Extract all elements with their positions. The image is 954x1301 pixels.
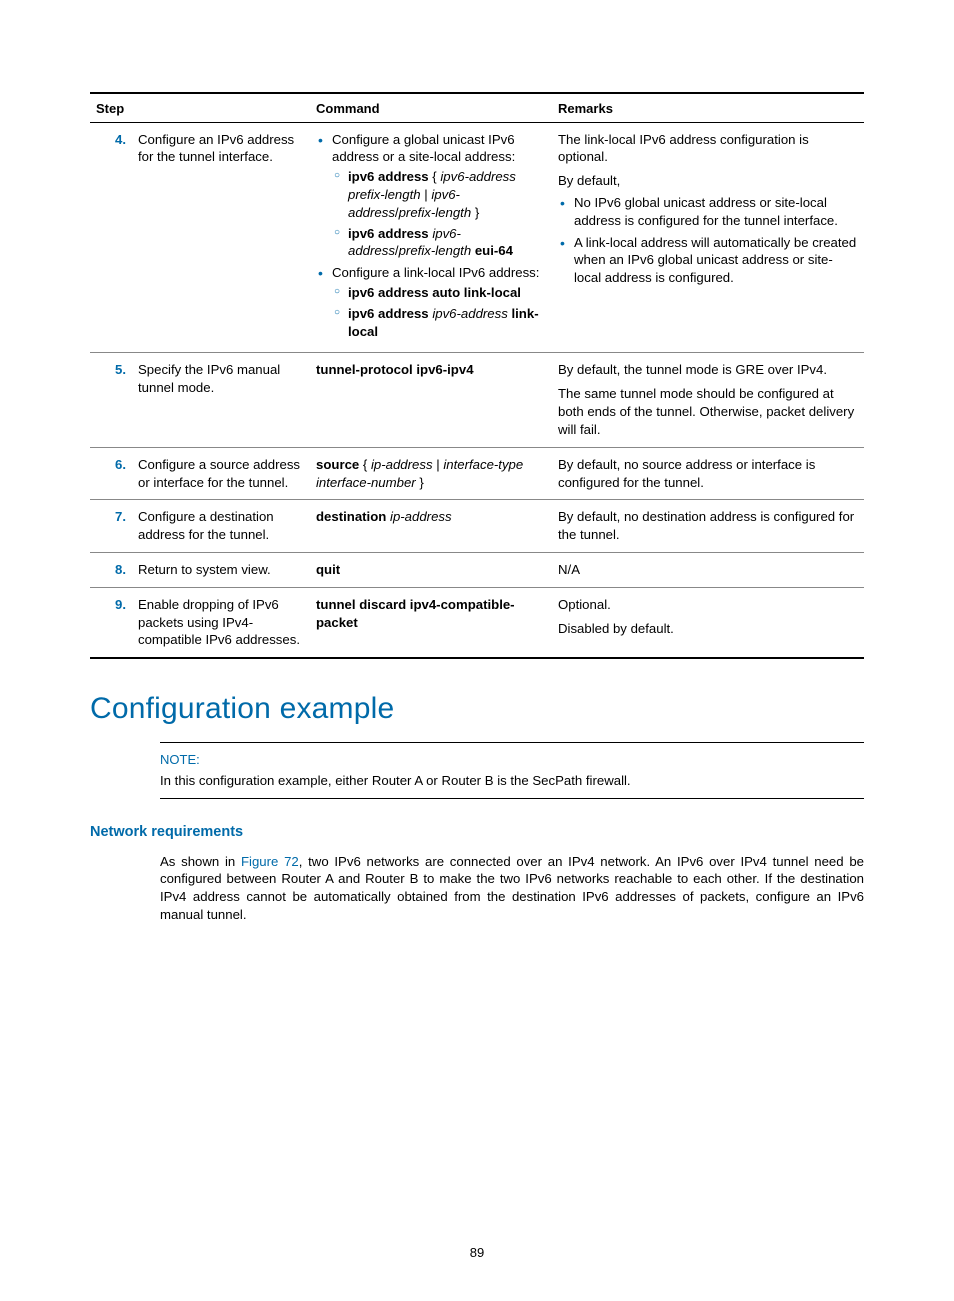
step-remarks: Optional.Disabled by default.	[552, 587, 864, 658]
page-number: 89	[90, 1244, 864, 1262]
step-remarks: The link-local IPv6 address configuratio…	[552, 122, 864, 353]
step-remarks: By default, the tunnel mode is GRE over …	[552, 353, 864, 447]
step-number: 4.	[90, 122, 132, 353]
col-command: Command	[310, 93, 552, 122]
step-command: destination ip-address	[310, 500, 552, 553]
step-desc: Specify the IPv6 manual tunnel mode.	[132, 353, 310, 447]
steps-table: Step Command Remarks 4. Configure an IPv…	[90, 92, 864, 659]
note-text: In this configuration example, either Ro…	[160, 772, 864, 790]
step-command: Configure a global unicast IPv6 address …	[310, 122, 552, 353]
step-number: 6.	[90, 447, 132, 500]
step-desc: Configure a destination address for the …	[132, 500, 310, 553]
body-paragraph: As shown in Figure 72, two IPv6 networks…	[160, 853, 864, 924]
step-remarks: N/A	[552, 552, 864, 587]
step-desc: Enable dropping of IPv6 packets using IP…	[132, 587, 310, 658]
table-row: 7. Configure a destination address for t…	[90, 500, 864, 553]
step-command: source { ip-address | interface-type int…	[310, 447, 552, 500]
table-row: 5. Specify the IPv6 manual tunnel mode. …	[90, 353, 864, 447]
step-number: 9.	[90, 587, 132, 658]
sub-heading: Network requirements	[90, 823, 864, 843]
section-heading: Configuration example	[90, 689, 864, 730]
step-number: 7.	[90, 500, 132, 553]
col-step: Step	[90, 93, 310, 122]
figure-ref-link[interactable]: Figure 72	[241, 854, 299, 869]
table-row: 6. Configure a source address or interfa…	[90, 447, 864, 500]
step-number: 5.	[90, 353, 132, 447]
table-header-row: Step Command Remarks	[90, 93, 864, 122]
step-remarks: By default, no destination address is co…	[552, 500, 864, 553]
step-remarks: By default, no source address or interfa…	[552, 447, 864, 500]
step-desc: Configure a source address or interface …	[132, 447, 310, 500]
step-command: quit	[310, 552, 552, 587]
col-remarks: Remarks	[552, 93, 864, 122]
step-number: 8.	[90, 552, 132, 587]
table-row: 4. Configure an IPv6 address for the tun…	[90, 122, 864, 353]
note-box: NOTE: In this configuration example, eit…	[160, 742, 864, 799]
step-desc: Configure an IPv6 address for the tunnel…	[132, 122, 310, 353]
table-row: 8. Return to system view. quit N/A	[90, 552, 864, 587]
step-command: tunnel discard ipv4-compatible-packet	[310, 587, 552, 658]
note-label: NOTE:	[160, 751, 864, 769]
table-row: 9. Enable dropping of IPv6 packets using…	[90, 587, 864, 658]
step-command: tunnel-protocol ipv6-ipv4	[310, 353, 552, 447]
step-desc: Return to system view.	[132, 552, 310, 587]
